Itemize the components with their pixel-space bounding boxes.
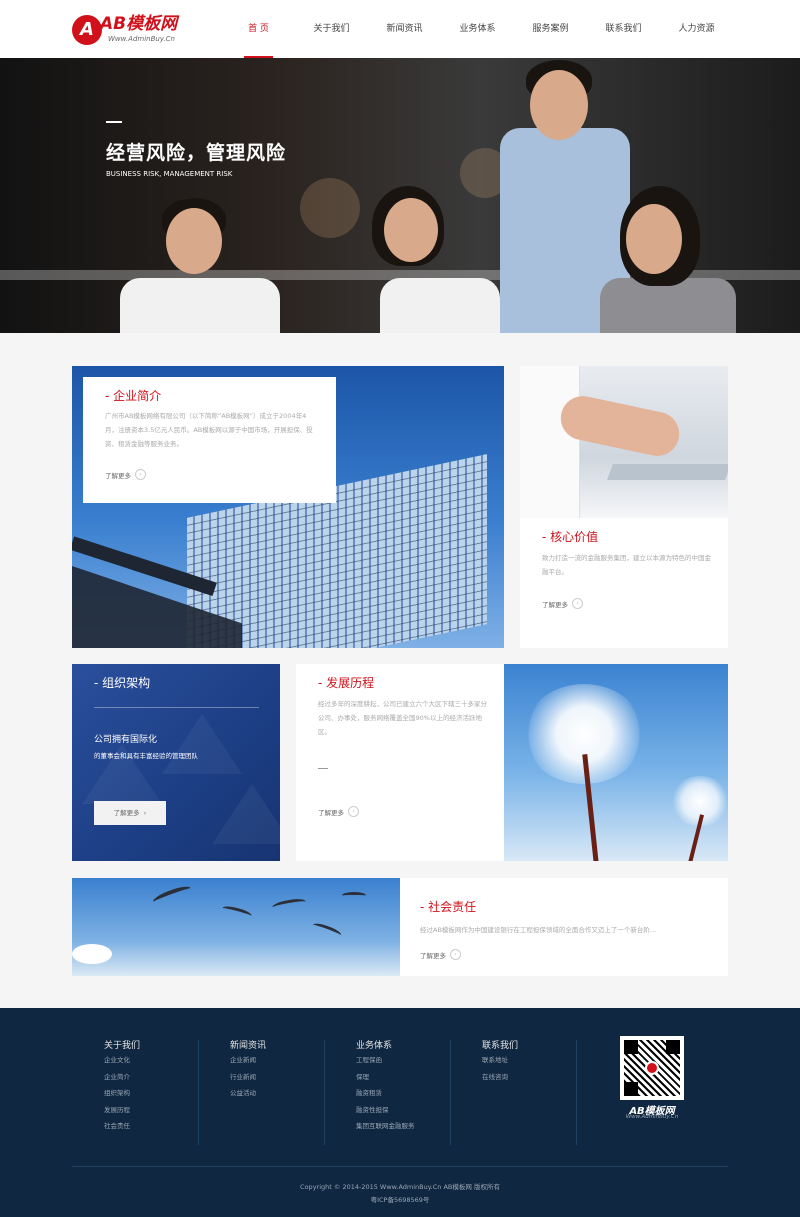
logo-text: AB模板网 — [100, 14, 178, 34]
nav-item-contact[interactable]: 联系我们 — [587, 0, 660, 58]
cloud-shape — [72, 944, 112, 964]
footer-link[interactable]: 在线咨询 — [482, 1069, 602, 1086]
footer-col-contact: 联系我们 联系地址 在线咨询 — [482, 1038, 602, 1085]
more-label: 了解更多 — [105, 471, 131, 480]
banner-subtitle: BUSINESS RISK, MANAGEMENT RISK — [106, 170, 233, 178]
arrow-right-icon: › — [572, 598, 583, 609]
nav-item-about[interactable]: 关于我们 — [295, 0, 368, 58]
bird-shape — [311, 921, 343, 939]
footer-col-title: 业务体系 — [356, 1041, 393, 1051]
footer-col-news: 新闻资讯 企业新闻 行业新闻 公益活动 — [230, 1038, 350, 1102]
footer-link[interactable]: 企业文化 — [104, 1052, 224, 1069]
footer-col-about: 关于我们 企业文化 企业简介 组织架构 发展历程 社会责任 — [104, 1038, 224, 1135]
bird-shape — [221, 904, 253, 920]
arrow-right-icon: › — [348, 806, 359, 817]
bird-shape — [271, 897, 307, 912]
history-more-link[interactable]: 了解更多 › — [318, 806, 359, 817]
social-more-link[interactable]: 了解更多 › — [420, 949, 461, 960]
footer-link[interactable]: 公益活动 — [230, 1085, 350, 1102]
footer-link[interactable]: 企业新闻 — [230, 1052, 350, 1069]
values-image — [520, 366, 728, 518]
history-image — [504, 664, 728, 861]
nav-item-hr[interactable]: 人力资源 — [660, 0, 733, 58]
footer-divider — [450, 1040, 451, 1145]
banner-title: 经营风险，管理风险 — [106, 142, 287, 164]
social-card: - 社会责任 经过AB模板网作为中国建设银行在工程担保领域的全面合作又迈上了一个… — [400, 878, 728, 976]
qr-code — [620, 1036, 684, 1100]
social-title: - 社会责任 — [420, 900, 477, 914]
footer-link[interactable]: 保理 — [356, 1069, 476, 1086]
values-title: - 核心价值 — [542, 530, 599, 544]
more-label: 了解更多 — [113, 809, 140, 817]
footer-link[interactable]: 融资租赁 — [356, 1085, 476, 1102]
arrow-right-icon: › — [450, 949, 461, 960]
values-card: - 核心价值 致力打造一流的金融服务集团，建立以本源为特色的中国金融平台。 了解… — [520, 518, 728, 648]
footer-link[interactable]: 集团互联网金融服务 — [356, 1118, 476, 1135]
org-title: - 组织架构 — [94, 676, 151, 690]
footer-divider — [324, 1040, 325, 1145]
org-divider — [94, 707, 259, 708]
footer-divider — [198, 1040, 199, 1145]
footer-col-title: 联系我们 — [482, 1041, 519, 1051]
org-panel: - 组织架构 公司拥有国际化 的董事会和具有丰富经验的管理团队 了解更多 › — [72, 664, 280, 861]
qr-logo-icon — [645, 1061, 659, 1075]
nav-item-home[interactable]: 首 页 — [222, 0, 295, 58]
nav-item-business[interactable]: 业务体系 — [441, 0, 514, 58]
profile-more-link[interactable]: 了解更多 › — [105, 469, 146, 480]
history-dash — [318, 768, 328, 769]
profile-text: 广州市AB模板网络有限公司（以下简称“AB模板网”）成立于2004年4月，注册资… — [105, 412, 313, 448]
footer-link[interactable]: 行业新闻 — [230, 1069, 350, 1086]
footer-icp: 粤ICP备5698569号 — [370, 1196, 430, 1204]
footer-col-title: 新闻资讯 — [230, 1041, 267, 1051]
footer-copyright: Copyright © 2014-2015 Www.AdminBuy.Cn AB… — [300, 1183, 500, 1191]
main-nav: 首 页 关于我们 新闻资讯 业务体系 服务案例 联系我们 人力资源 — [222, 0, 733, 58]
footer-logo-subtext: Www.AdminBuy.Cn — [625, 1114, 679, 1120]
social-image — [72, 878, 400, 976]
site-logo[interactable]: A AB模板网 Www.AdminBuy.Cn — [72, 12, 212, 48]
values-more-link[interactable]: 了解更多 › — [542, 598, 583, 609]
footer-link[interactable]: 融资性担保 — [356, 1102, 476, 1119]
banner-dash — [106, 121, 122, 123]
bokeh-light — [300, 178, 360, 238]
footer-link[interactable]: 社会责任 — [104, 1118, 224, 1135]
history-card: - 发展历程 经过多年的深度耕耘，公司已建立六个大区下辖三十多家分公司、办事处，… — [296, 664, 504, 861]
more-label: 了解更多 — [420, 951, 446, 960]
footer-rule — [72, 1166, 728, 1167]
social-text: 经过AB模板网作为中国建设银行在工程担保领域的全面合作又迈上了一个新台阶... — [420, 926, 657, 934]
footer-col-title: 关于我们 — [104, 1041, 141, 1051]
history-text: 经过多年的深度耕耘，公司已建立六个大区下辖三十多家分公司、办事处，服务网络覆盖全… — [318, 700, 487, 736]
profile-title: - 企业简介 — [105, 389, 162, 403]
more-label: 了解更多 — [318, 808, 344, 817]
logo-mark-icon: A — [72, 15, 102, 45]
laptop-keyboard — [607, 464, 728, 480]
history-title: - 发展历程 — [318, 676, 375, 690]
footer-link[interactable]: 工程保函 — [356, 1052, 476, 1069]
footer-col-business: 业务体系 工程保函 保理 融资租赁 融资性担保 集团互联网金融服务 — [356, 1038, 476, 1135]
more-label: 了解更多 — [542, 600, 568, 609]
values-text: 致力打造一流的金融服务集团，建立以本源为特色的中国金融平台。 — [542, 554, 711, 576]
arrow-right-icon: › — [135, 469, 146, 480]
site-header: A AB模板网 Www.AdminBuy.Cn 首 页 关于我们 新闻资讯 业务… — [0, 0, 800, 58]
org-more-button[interactable]: 了解更多 › — [94, 801, 166, 825]
site-footer: 关于我们 企业文化 企业简介 组织架构 发展历程 社会责任 新闻资讯 企业新闻 … — [0, 1008, 800, 1217]
hero-banner: 经营风险，管理风险 BUSINESS RISK, MANAGEMENT RISK — [0, 58, 800, 333]
footer-link[interactable]: 企业简介 — [104, 1069, 224, 1086]
logo-subtext: Www.AdminBuy.Cn — [108, 35, 175, 43]
footer-link[interactable]: 发展历程 — [104, 1102, 224, 1119]
nav-item-news[interactable]: 新闻资讯 — [368, 0, 441, 58]
bird-shape — [151, 883, 193, 907]
footer-link[interactable]: 联系地址 — [482, 1052, 602, 1069]
profile-card: - 企业简介 广州市AB模板网络有限公司（以下简称“AB模板网”）成立于2004… — [83, 377, 336, 503]
org-subheading: 的董事会和具有丰富经验的管理团队 — [94, 752, 198, 760]
bird-shape — [342, 892, 366, 899]
org-heading: 公司拥有国际化 — [94, 735, 158, 745]
shirt-sleeve — [520, 366, 580, 518]
nav-item-cases[interactable]: 服务案例 — [514, 0, 587, 58]
footer-divider — [576, 1040, 577, 1145]
footer-link[interactable]: 组织架构 — [104, 1085, 224, 1102]
